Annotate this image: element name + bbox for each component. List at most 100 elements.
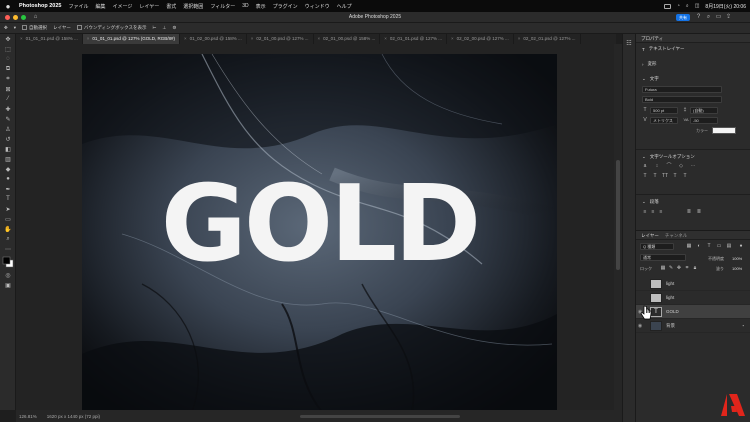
eyedropper-tool-icon[interactable]: ⁄: [0, 94, 16, 104]
search-icon[interactable]: ⌕: [686, 3, 689, 9]
close-icon[interactable]: ×: [184, 34, 187, 44]
menu-type[interactable]: 書式: [166, 3, 176, 10]
menu-layer[interactable]: レイヤー: [139, 3, 159, 10]
strikethrough-icon[interactable]: T: [682, 173, 688, 179]
tracking-field[interactable]: -50: [690, 117, 718, 124]
layer-filter-select[interactable]: Q 種類: [640, 243, 674, 250]
tool-preset-icon[interactable]: ▾: [14, 25, 16, 31]
text-options-more-icon[interactable]: ⋯: [690, 163, 696, 169]
screen-mode-icon[interactable]: ▣: [0, 280, 16, 290]
menubar-clock[interactable]: 8月19日(火) 20:06: [705, 3, 746, 10]
filter-smart-object-icon[interactable]: ▤: [726, 243, 732, 249]
menu-view[interactable]: 表示: [256, 3, 266, 10]
filter-toggle-icon[interactable]: ●: [738, 243, 744, 249]
history-brush-tool-icon[interactable]: ↺: [0, 134, 16, 144]
menu-image[interactable]: イメージ: [113, 3, 133, 10]
doc-tab[interactable]: × 01_01_01.psd @ 158% ...: [16, 34, 83, 44]
doc-tab[interactable]: × 02_02_00.psd @ 127% ...: [447, 34, 514, 44]
justify-all-icon[interactable]: ≣: [696, 209, 702, 215]
menu-plugins[interactable]: プラグイン: [273, 3, 298, 10]
move-tool-icon[interactable]: ✥: [0, 34, 16, 44]
menu-filter[interactable]: フィルター: [210, 3, 235, 10]
text-options-section[interactable]: ⌄ 文字ツールオプション: [636, 151, 701, 163]
doc-tab[interactable]: × 02_01_00.psd @ 127% ...: [247, 34, 314, 44]
apple-icon[interactable]: ●: [4, 2, 12, 11]
menu-select[interactable]: 選択範囲: [183, 3, 203, 10]
type-tool-icon[interactable]: T: [0, 194, 16, 204]
clone-stamp-tool-icon[interactable]: ♙: [0, 124, 16, 134]
auto-select-target-dropdown[interactable]: レイヤー: [53, 25, 71, 31]
gradient-tool-icon[interactable]: ▥: [0, 154, 16, 164]
doc-tab[interactable]: × 02_02_01.psd @ 127% ...: [514, 34, 581, 44]
properties-panel-icon[interactable]: ☷: [623, 40, 635, 47]
antialias-icon[interactable]: a: [642, 163, 648, 169]
warp-text-icon[interactable]: ⌒: [666, 163, 672, 169]
align-right-icon[interactable]: ≡: [658, 209, 664, 215]
close-icon[interactable]: ×: [451, 34, 454, 44]
leading-field[interactable]: (自動): [690, 107, 718, 114]
help-icon[interactable]: ?: [695, 14, 702, 21]
menu-help[interactable]: ヘルプ: [337, 3, 352, 10]
dodge-tool-icon[interactable]: ●: [0, 174, 16, 184]
paragraph-section[interactable]: ⌄ 段落: [636, 196, 665, 208]
object-select-tool-icon[interactable]: ⧉: [0, 64, 16, 74]
close-icon[interactable]: ×: [518, 34, 521, 44]
filter-type-icon[interactable]: T: [706, 243, 712, 249]
kerning-field[interactable]: メトリクス: [650, 117, 678, 124]
auto-select-checkbox[interactable]: 自動選択: [22, 25, 47, 31]
horizontal-scroll-thumb[interactable]: [300, 415, 460, 418]
blend-mode-select[interactable]: 通常: [640, 254, 686, 261]
justify-icon[interactable]: ≣: [686, 209, 692, 215]
control-center-icon[interactable]: ◫: [695, 3, 700, 9]
create-3d-icon[interactable]: ◇: [678, 163, 684, 169]
faux-italic-icon[interactable]: T: [652, 173, 658, 179]
hand-tool-icon[interactable]: ✋: [0, 224, 16, 234]
close-icon[interactable]: ×: [20, 34, 23, 44]
lock-artboard-icon[interactable]: ⌗: [684, 265, 690, 271]
share-icon[interactable]: ⇪: [725, 14, 732, 21]
quick-mask-icon[interactable]: ◎: [0, 270, 16, 280]
more-tools-icon[interactable]: ⋯: [0, 244, 16, 254]
document-canvas[interactable]: GOLD: [82, 54, 557, 412]
document-size[interactable]: 1620 px x 1440 px (72 ppi): [47, 414, 100, 419]
layer-row-selected[interactable]: ◉ T GOLD: [636, 305, 750, 319]
zoom-tool-icon[interactable]: ⌕: [0, 234, 16, 244]
align-left-icon[interactable]: ⊢: [152, 25, 156, 31]
gold-text-layer[interactable]: GOLD: [82, 172, 557, 277]
lock-position-icon[interactable]: ✥: [676, 265, 682, 271]
workspace-icon[interactable]: ▭: [715, 14, 722, 21]
frame-tool-icon[interactable]: ⊠: [0, 84, 16, 94]
doc-tab[interactable]: × 02_01_01.psd @ 127% ...: [380, 34, 448, 44]
screen-icon[interactable]: [663, 3, 671, 9]
lock-all-icon[interactable]: 🔒︎: [692, 265, 698, 271]
color-swatches-icon[interactable]: [0, 254, 16, 270]
close-icon[interactable]: ×: [384, 34, 387, 44]
filter-shape-icon[interactable]: ▭: [716, 243, 722, 249]
visibility-icon[interactable]: ◉: [636, 323, 644, 329]
share-button[interactable]: 共有: [676, 14, 690, 21]
filter-adjustment-icon[interactable]: ◐: [696, 243, 702, 249]
wifi-icon[interactable]: ◔: [677, 3, 680, 9]
opacity-value[interactable]: 100%: [732, 256, 742, 261]
move-tool-icon[interactable]: ✥: [4, 25, 8, 31]
font-style-select[interactable]: Bold: [642, 96, 722, 103]
pen-tool-icon[interactable]: ✒: [0, 184, 16, 194]
font-size-field[interactable]: 500 pt: [650, 107, 678, 114]
menu-file[interactable]: ファイル: [68, 3, 88, 10]
character-section[interactable]: ⌄ 文字: [636, 73, 750, 85]
blur-tool-icon[interactable]: ◆: [0, 164, 16, 174]
close-icon[interactable]: ×: [251, 34, 254, 44]
lock-transparency-icon[interactable]: ▦: [660, 265, 666, 271]
close-icon[interactable]: ×: [318, 34, 321, 44]
rectangle-tool-icon[interactable]: ▭: [0, 214, 16, 224]
path-selection-tool-icon[interactable]: ➤: [0, 204, 16, 214]
layer-row[interactable]: light: [636, 291, 750, 305]
lasso-tool-icon[interactable]: ◌: [0, 54, 16, 64]
text-orientation-icon[interactable]: ↕: [654, 163, 660, 169]
font-family-select[interactable]: Futura: [642, 86, 722, 93]
zoom-level[interactable]: 126.81%: [19, 414, 37, 419]
filter-pixel-icon[interactable]: ▦: [686, 243, 692, 249]
search-icon[interactable]: ⌕: [705, 14, 712, 21]
settings-icon[interactable]: ⚙: [172, 25, 176, 31]
close-icon[interactable]: ×: [87, 34, 90, 44]
